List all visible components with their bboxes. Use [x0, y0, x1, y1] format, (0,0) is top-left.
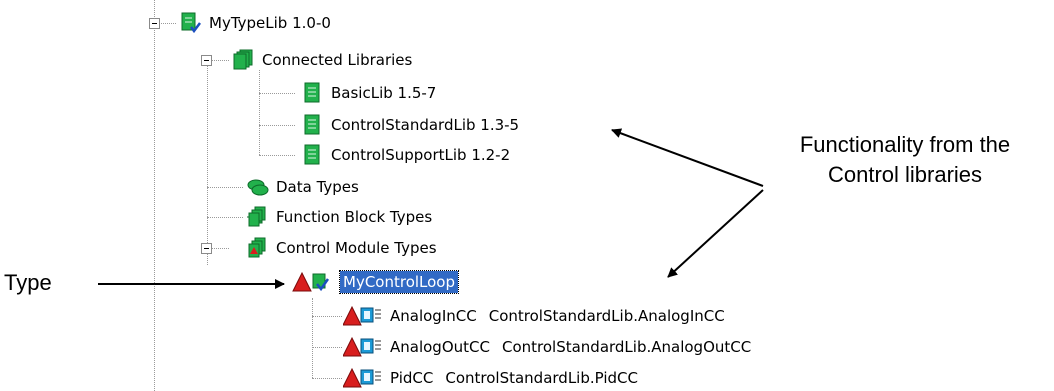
functionality-annotation: Functionality from the Control libraries [760, 130, 1050, 190]
arrow-to-analogincc [667, 189, 764, 278]
arrow-to-controlstandardlib [611, 128, 764, 187]
annotation-line: Functionality from the [799, 132, 1011, 157]
annotation-arrows [98, 128, 764, 289]
annotation-line: Control libraries [827, 162, 983, 187]
type-annotation: Type [4, 270, 52, 295]
